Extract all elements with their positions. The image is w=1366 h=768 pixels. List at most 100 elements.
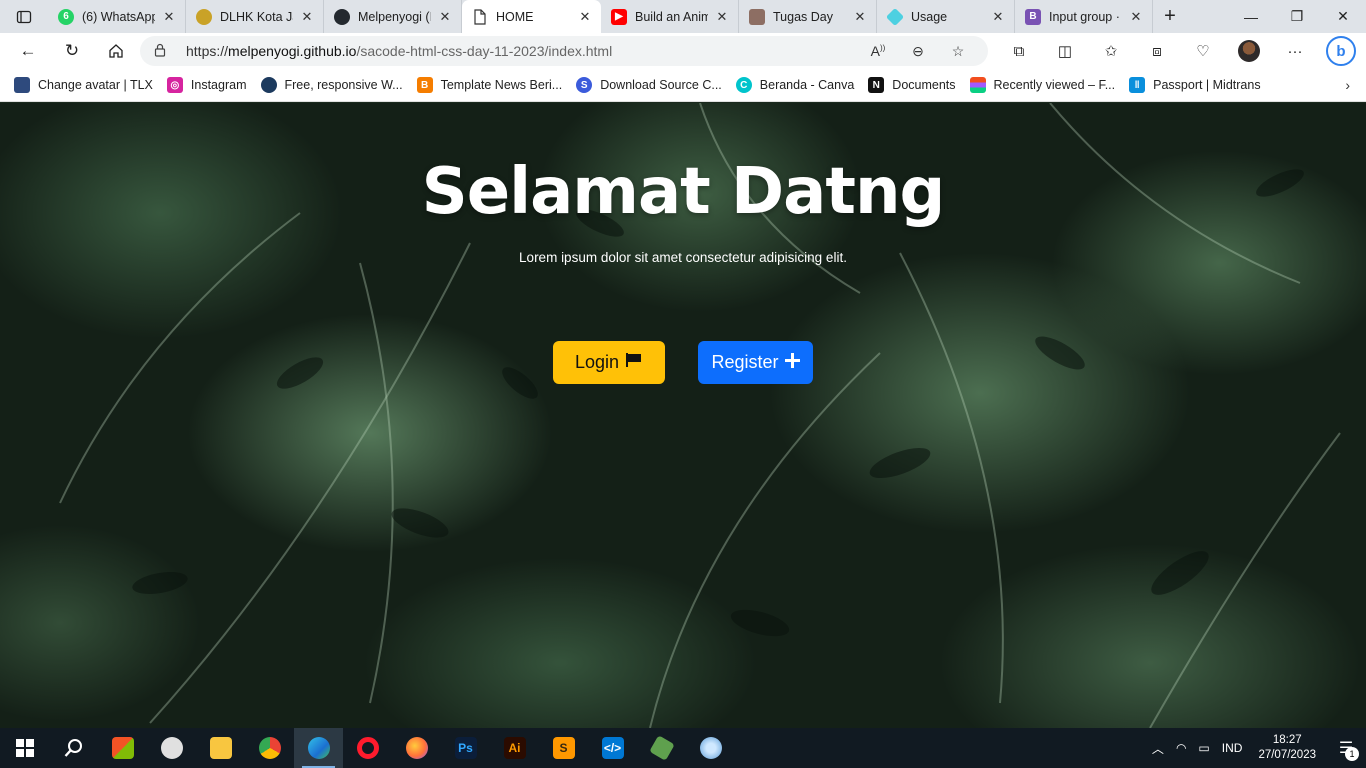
- hero-subtitle: Lorem ipsum dolor sit amet consectetur a…: [519, 250, 847, 265]
- bookmark-item[interactable]: Free, responsive W...: [260, 77, 403, 93]
- close-tab-icon[interactable]: ✕: [714, 9, 730, 25]
- tab-home[interactable]: HOME ✕: [462, 0, 601, 33]
- split-screen-icon: ◫: [1057, 43, 1073, 60]
- refresh-button[interactable]: ↻: [50, 33, 94, 69]
- nodejs-app[interactable]: [637, 728, 686, 768]
- home-button[interactable]: [94, 33, 138, 69]
- bookmark-item[interactable]: C Beranda - Canva: [735, 77, 855, 93]
- tab-usage[interactable]: Usage ✕: [877, 0, 1015, 33]
- bookmark-label: Beranda - Canva: [759, 78, 855, 92]
- store-icon: [111, 737, 134, 759]
- lock-icon[interactable]: [154, 43, 172, 60]
- url-text[interactable]: https://melpenyogi.github.io/sacode-html…: [186, 43, 858, 59]
- wifi-icon[interactable]: ◠: [1170, 741, 1192, 755]
- file-explorer-app[interactable]: [196, 728, 245, 768]
- clock-date: 27/07/2023: [1258, 749, 1316, 761]
- tab-tugas[interactable]: Tugas Day ✕: [739, 0, 877, 33]
- bookmark-item[interactable]: ◎ Instagram: [166, 77, 247, 93]
- browser-app-icon: [699, 737, 722, 759]
- chevron-up-icon[interactable]: ︿: [1146, 740, 1170, 757]
- restore-button[interactable]: ❐: [1274, 0, 1320, 33]
- toolbar-right: ⧉ ◫ ✩ ⧈ ♡ ··· b: [996, 33, 1364, 69]
- login-button[interactable]: Login: [553, 341, 665, 384]
- paint-app[interactable]: [147, 728, 196, 768]
- close-tab-icon[interactable]: ✕: [161, 9, 177, 25]
- back-button[interactable]: ←: [6, 33, 50, 69]
- bookmark-label: Passport | Midtrans: [1153, 78, 1261, 92]
- tab-github[interactable]: Melpenyogi (I ✕: [324, 0, 462, 33]
- bookmark-label: Documents: [892, 78, 956, 92]
- chrome-app[interactable]: [245, 728, 294, 768]
- back-arrow-icon: ←: [19, 41, 37, 60]
- tab-youtube[interactable]: ▶ Build an Anim ✕: [601, 0, 739, 33]
- browser-app[interactable]: [686, 728, 735, 768]
- read-aloud-icon[interactable]: A)): [858, 43, 898, 59]
- instagram-icon: ◎: [166, 77, 183, 93]
- close-tab-icon[interactable]: ✕: [299, 9, 315, 25]
- collections-button[interactable]: ⧈: [1134, 33, 1180, 69]
- notification-center-button[interactable]: ☰ 1: [1326, 728, 1366, 768]
- opera-app[interactable]: [343, 728, 392, 768]
- more-menu-button[interactable]: ···: [1272, 33, 1318, 69]
- bing-chat-button[interactable]: b: [1318, 33, 1364, 69]
- illustrator-icon: Ai: [503, 737, 526, 759]
- close-tab-icon[interactable]: ✕: [1128, 9, 1144, 25]
- register-button[interactable]: Register: [698, 341, 813, 384]
- minimize-button[interactable]: —: [1228, 0, 1274, 33]
- close-tab-icon[interactable]: ✕: [437, 9, 453, 25]
- close-tab-icon[interactable]: ✕: [852, 9, 868, 25]
- search-icon: [64, 739, 82, 757]
- chevron-right-icon[interactable]: ›: [1345, 77, 1350, 93]
- minimize-icon: —: [1244, 8, 1258, 25]
- bookmark-item[interactable]: N Documents: [868, 77, 956, 93]
- whatsapp-icon: 6: [58, 8, 74, 25]
- clock[interactable]: 18:27 27/07/2023: [1248, 733, 1326, 763]
- profile-button[interactable]: [1226, 33, 1272, 69]
- folder-icon: [749, 8, 765, 25]
- chrome-icon: [258, 737, 281, 759]
- page-icon: [472, 8, 488, 25]
- firefox-app[interactable]: [392, 728, 441, 768]
- plus-icon: [784, 352, 800, 373]
- bookmark-item[interactable]: Recently viewed – F...: [969, 77, 1115, 93]
- search-button[interactable]: [49, 728, 98, 768]
- illustrator-app[interactable]: Ai: [490, 728, 539, 768]
- store-app[interactable]: [98, 728, 147, 768]
- address-bar[interactable]: https://melpenyogi.github.io/sacode-html…: [140, 36, 988, 66]
- new-tab-button[interactable]: +: [1153, 0, 1187, 33]
- tab-whatsapp[interactable]: 6 (6) WhatsApp ✕: [48, 0, 186, 33]
- battery-icon[interactable]: ▭: [1192, 741, 1215, 755]
- opera-icon: [356, 737, 379, 759]
- sublime-text-app[interactable]: S: [539, 728, 588, 768]
- favorite-star-icon[interactable]: ☆: [938, 43, 978, 60]
- vscode-app[interactable]: </>: [588, 728, 637, 768]
- language-indicator[interactable]: IND: [1216, 741, 1249, 755]
- bookmark-label: Change avatar | TLX: [38, 78, 153, 92]
- close-window-button[interactable]: ✕: [1320, 0, 1366, 33]
- register-label: Register: [711, 352, 779, 372]
- edge-app[interactable]: [294, 728, 343, 768]
- tab-title: Build an Anim: [635, 9, 708, 24]
- tab-dlhk[interactable]: DLHK Kota Jay ✕: [186, 0, 324, 33]
- zoom-icon[interactable]: ⊖: [898, 43, 938, 60]
- split-screen-button[interactable]: ◫: [1042, 33, 1088, 69]
- restore-icon: ❐: [1290, 8, 1304, 24]
- bookmark-item[interactable]: ǁ Passport | Midtrans: [1129, 77, 1261, 93]
- tab-input-group[interactable]: B Input group · ✕: [1015, 0, 1153, 33]
- start-button[interactable]: [0, 728, 49, 768]
- flag-icon: [625, 352, 643, 373]
- photoshop-app[interactable]: Ps: [441, 728, 490, 768]
- bookmark-item[interactable]: B Template News Beri...: [416, 77, 562, 93]
- paint-icon: [160, 737, 183, 759]
- close-tab-icon[interactable]: ✕: [577, 9, 593, 25]
- tab-actions-button[interactable]: [0, 0, 48, 33]
- close-tab-icon[interactable]: ✕: [990, 9, 1006, 25]
- bookmark-item[interactable]: Change avatar | TLX: [14, 77, 153, 93]
- extensions-button[interactable]: ⧉: [996, 33, 1042, 69]
- favorites-icon: ✩: [1104, 43, 1118, 60]
- performance-button[interactable]: ♡: [1180, 33, 1226, 69]
- tab-title: DLHK Kota Jay: [220, 9, 293, 24]
- tlx-icon: [14, 77, 30, 93]
- bookmark-item[interactable]: S Download Source C...: [576, 77, 722, 93]
- favorites-button[interactable]: ✩: [1088, 33, 1134, 69]
